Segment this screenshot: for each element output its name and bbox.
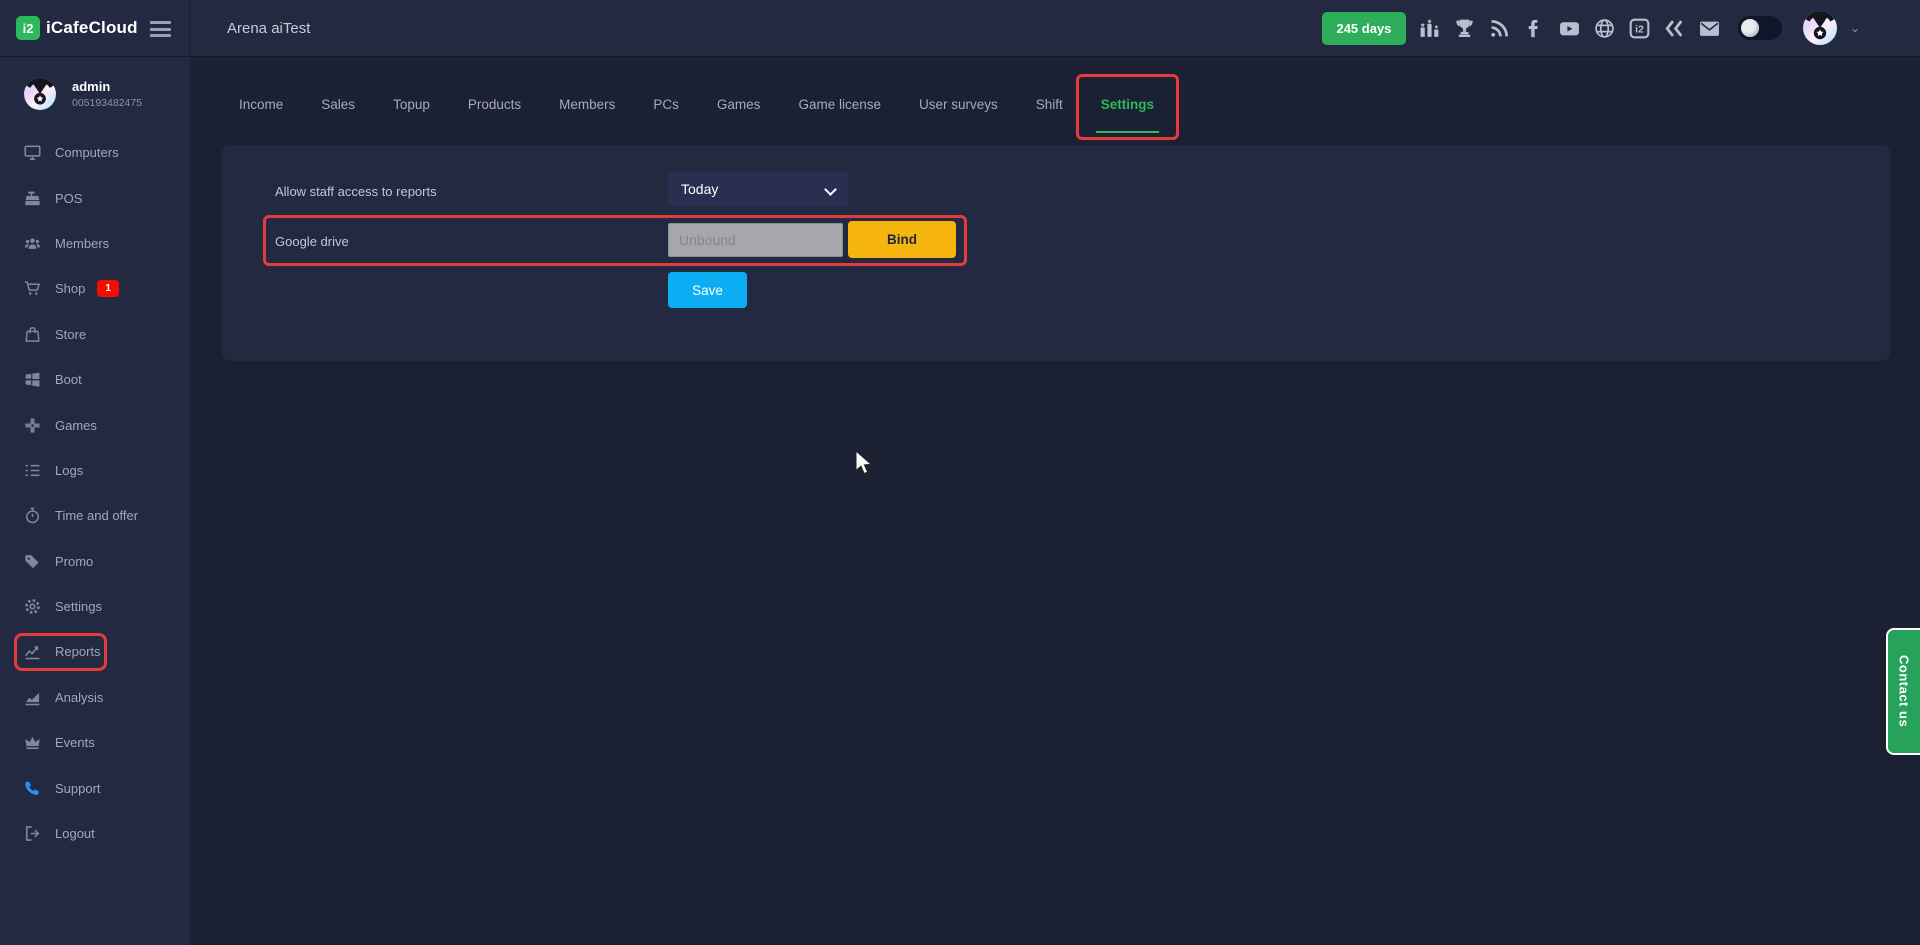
globe-icon[interactable] [1594, 17, 1616, 39]
google-drive-label: Google drive [275, 234, 349, 249]
active-tab-underline [1096, 131, 1159, 133]
sidebar-item-reports[interactable]: Reports [0, 629, 190, 674]
youtube-icon[interactable] [1559, 17, 1581, 39]
hamburger-menu-icon[interactable] [150, 21, 171, 41]
sidebar-item-events[interactable]: Events [0, 720, 190, 765]
shop-badge: 1 [97, 280, 119, 297]
line-chart-icon [24, 643, 41, 660]
sidebar-item-logs[interactable]: Logs [0, 448, 190, 493]
leaderboard-icon[interactable] [1419, 17, 1441, 39]
sidebar-item-time-and-offer[interactable]: Time and offer [0, 493, 190, 538]
main-content: Income Sales Topup Products Members PCs … [190, 57, 1920, 945]
tab-settings[interactable]: Settings [1101, 91, 1154, 119]
sidebar-item-analysis[interactable]: Analysis [0, 675, 190, 720]
report-access-label: Allow staff access to reports [275, 184, 437, 199]
tab-user-surveys[interactable]: User surveys [919, 91, 998, 119]
top-header: i2 iCafeCloud Arena aiTest 245 days i2 [0, 0, 1920, 57]
cash-register-icon [24, 190, 41, 207]
cart-icon [24, 280, 41, 297]
crown-icon [24, 734, 41, 751]
toggle-knob [1741, 19, 1759, 37]
sidebar-user-block[interactable]: admin 005193482475 [0, 57, 190, 110]
sidebar: admin 005193482475 Computers POS Members… [0, 57, 190, 945]
sidebar-item-computers[interactable]: Computers [0, 130, 190, 175]
tab-shift[interactable]: Shift [1036, 91, 1063, 119]
mail-icon[interactable] [1699, 17, 1721, 39]
header-brand-area: i2 iCafeCloud [0, 0, 190, 56]
sidebar-item-shop[interactable]: Shop 1 [0, 266, 190, 311]
tab-members[interactable]: Members [559, 91, 615, 119]
phone-icon [24, 780, 41, 797]
tab-games[interactable]: Games [717, 91, 761, 119]
svg-text:i2: i2 [1636, 23, 1645, 35]
dpad-icon [24, 417, 41, 434]
header-actions: 245 days i2 ⌄ [1322, 11, 1920, 45]
rss-icon[interactable] [1489, 17, 1511, 39]
user-name: admin [72, 79, 142, 94]
sidebar-item-support[interactable]: Support [0, 765, 190, 810]
sidebar-item-promo[interactable]: Promo [0, 539, 190, 584]
icafecloud-logo-icon: i2 [16, 16, 40, 40]
sidebar-item-settings[interactable]: Settings [0, 584, 190, 629]
user-avatar[interactable] [1803, 11, 1837, 45]
chevron-down-icon[interactable]: ⌄ [1850, 21, 1860, 35]
tab-pcs[interactable]: PCs [653, 91, 679, 119]
partners-icon[interactable] [1664, 17, 1686, 39]
google-drive-input[interactable] [668, 223, 843, 257]
windows-icon [24, 371, 41, 388]
trophy-icon[interactable] [1454, 17, 1476, 39]
user-texts: admin 005193482475 [72, 79, 142, 109]
page-title: Arena aiTest [227, 20, 310, 37]
tab-topup[interactable]: Topup [393, 91, 430, 119]
sidebar-nav: Computers POS Members Shop 1 Store Boot … [0, 130, 190, 856]
tab-income[interactable]: Income [239, 91, 283, 119]
users-icon [24, 235, 41, 252]
sidebar-item-store[interactable]: Store [0, 312, 190, 357]
contact-us-button[interactable]: Contact us [1886, 628, 1920, 755]
gear-icon [24, 598, 41, 615]
sidebar-item-boot[interactable]: Boot [0, 357, 190, 402]
list-icon [24, 462, 41, 479]
theme-toggle[interactable] [1738, 16, 1782, 40]
tag-icon [24, 553, 41, 570]
facebook-icon[interactable] [1524, 17, 1546, 39]
stopwatch-icon [24, 507, 41, 524]
logout-icon [24, 825, 41, 842]
logo-text: iCafeCloud [46, 18, 138, 38]
subscription-days-badge[interactable]: 245 days [1322, 12, 1406, 45]
tab-game-license[interactable]: Game license [798, 91, 881, 119]
bind-button[interactable]: Bind [848, 221, 956, 258]
report-access-select[interactable]: Today [668, 172, 848, 206]
sidebar-item-logout[interactable]: Logout [0, 811, 190, 856]
bag-icon [24, 326, 41, 343]
settings-panel: Allow staff access to reports Today Goog… [222, 145, 1890, 361]
icafe-icon[interactable]: i2 [1629, 17, 1651, 39]
reports-tabs: Income Sales Topup Products Members PCs … [239, 91, 1154, 119]
tab-products[interactable]: Products [468, 91, 521, 119]
area-chart-icon [24, 689, 41, 706]
user-id: 005193482475 [72, 97, 142, 109]
sidebar-avatar [24, 78, 56, 110]
icafecloud-app: { "header": { "logo_text": "iCafeCloud",… [0, 0, 1920, 945]
save-button[interactable]: Save [668, 272, 747, 308]
sidebar-item-games[interactable]: Games [0, 402, 190, 447]
sidebar-item-pos[interactable]: POS [0, 175, 190, 220]
monitor-icon [24, 144, 41, 161]
tab-sales[interactable]: Sales [321, 91, 355, 119]
sidebar-item-members[interactable]: Members [0, 221, 190, 266]
